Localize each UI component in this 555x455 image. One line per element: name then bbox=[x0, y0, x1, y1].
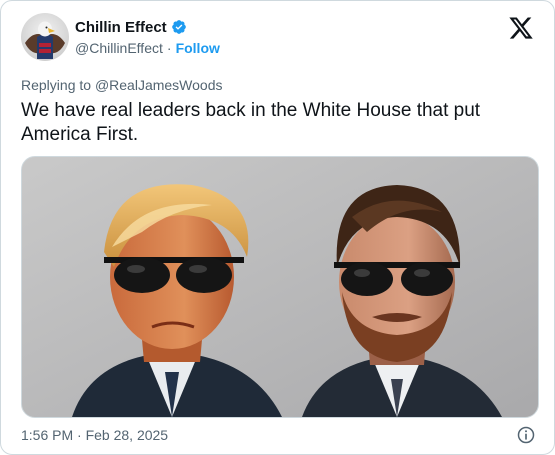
replying-to-prefix: Replying to bbox=[21, 77, 95, 93]
tweet-timestamp[interactable]: 1:56 PM · Feb 28, 2025 bbox=[21, 427, 168, 443]
tweet-card: Chillin Effect @ChillinEffect · Follow R… bbox=[0, 0, 555, 455]
handle-separator: · bbox=[166, 40, 172, 56]
two-men-sunglasses-illustration bbox=[22, 157, 538, 417]
verified-badge-icon bbox=[171, 20, 186, 34]
x-logo-icon[interactable] bbox=[508, 15, 534, 41]
tweet-media[interactable] bbox=[21, 156, 539, 418]
display-name-row: Chillin Effect bbox=[75, 17, 220, 37]
author-handle[interactable]: @ChillinEffect bbox=[75, 40, 163, 56]
tweet-text: We have real leaders back in the White H… bbox=[21, 100, 481, 145]
follow-button[interactable]: Follow bbox=[176, 40, 220, 56]
eagle-avatar-icon bbox=[21, 13, 69, 61]
handle-row: @ChillinEffect · Follow bbox=[75, 40, 220, 56]
replying-to-handle[interactable]: @RealJamesWoods bbox=[95, 77, 223, 93]
author-display-name[interactable]: Chillin Effect bbox=[75, 19, 167, 36]
tweet-header: Chillin Effect @ChillinEffect · Follow bbox=[21, 13, 534, 63]
author-avatar[interactable] bbox=[21, 13, 69, 61]
author-names: Chillin Effect @ChillinEffect · Follow bbox=[75, 17, 220, 57]
info-icon[interactable] bbox=[516, 425, 536, 445]
replying-to: Replying to @RealJamesWoods bbox=[21, 77, 223, 93]
